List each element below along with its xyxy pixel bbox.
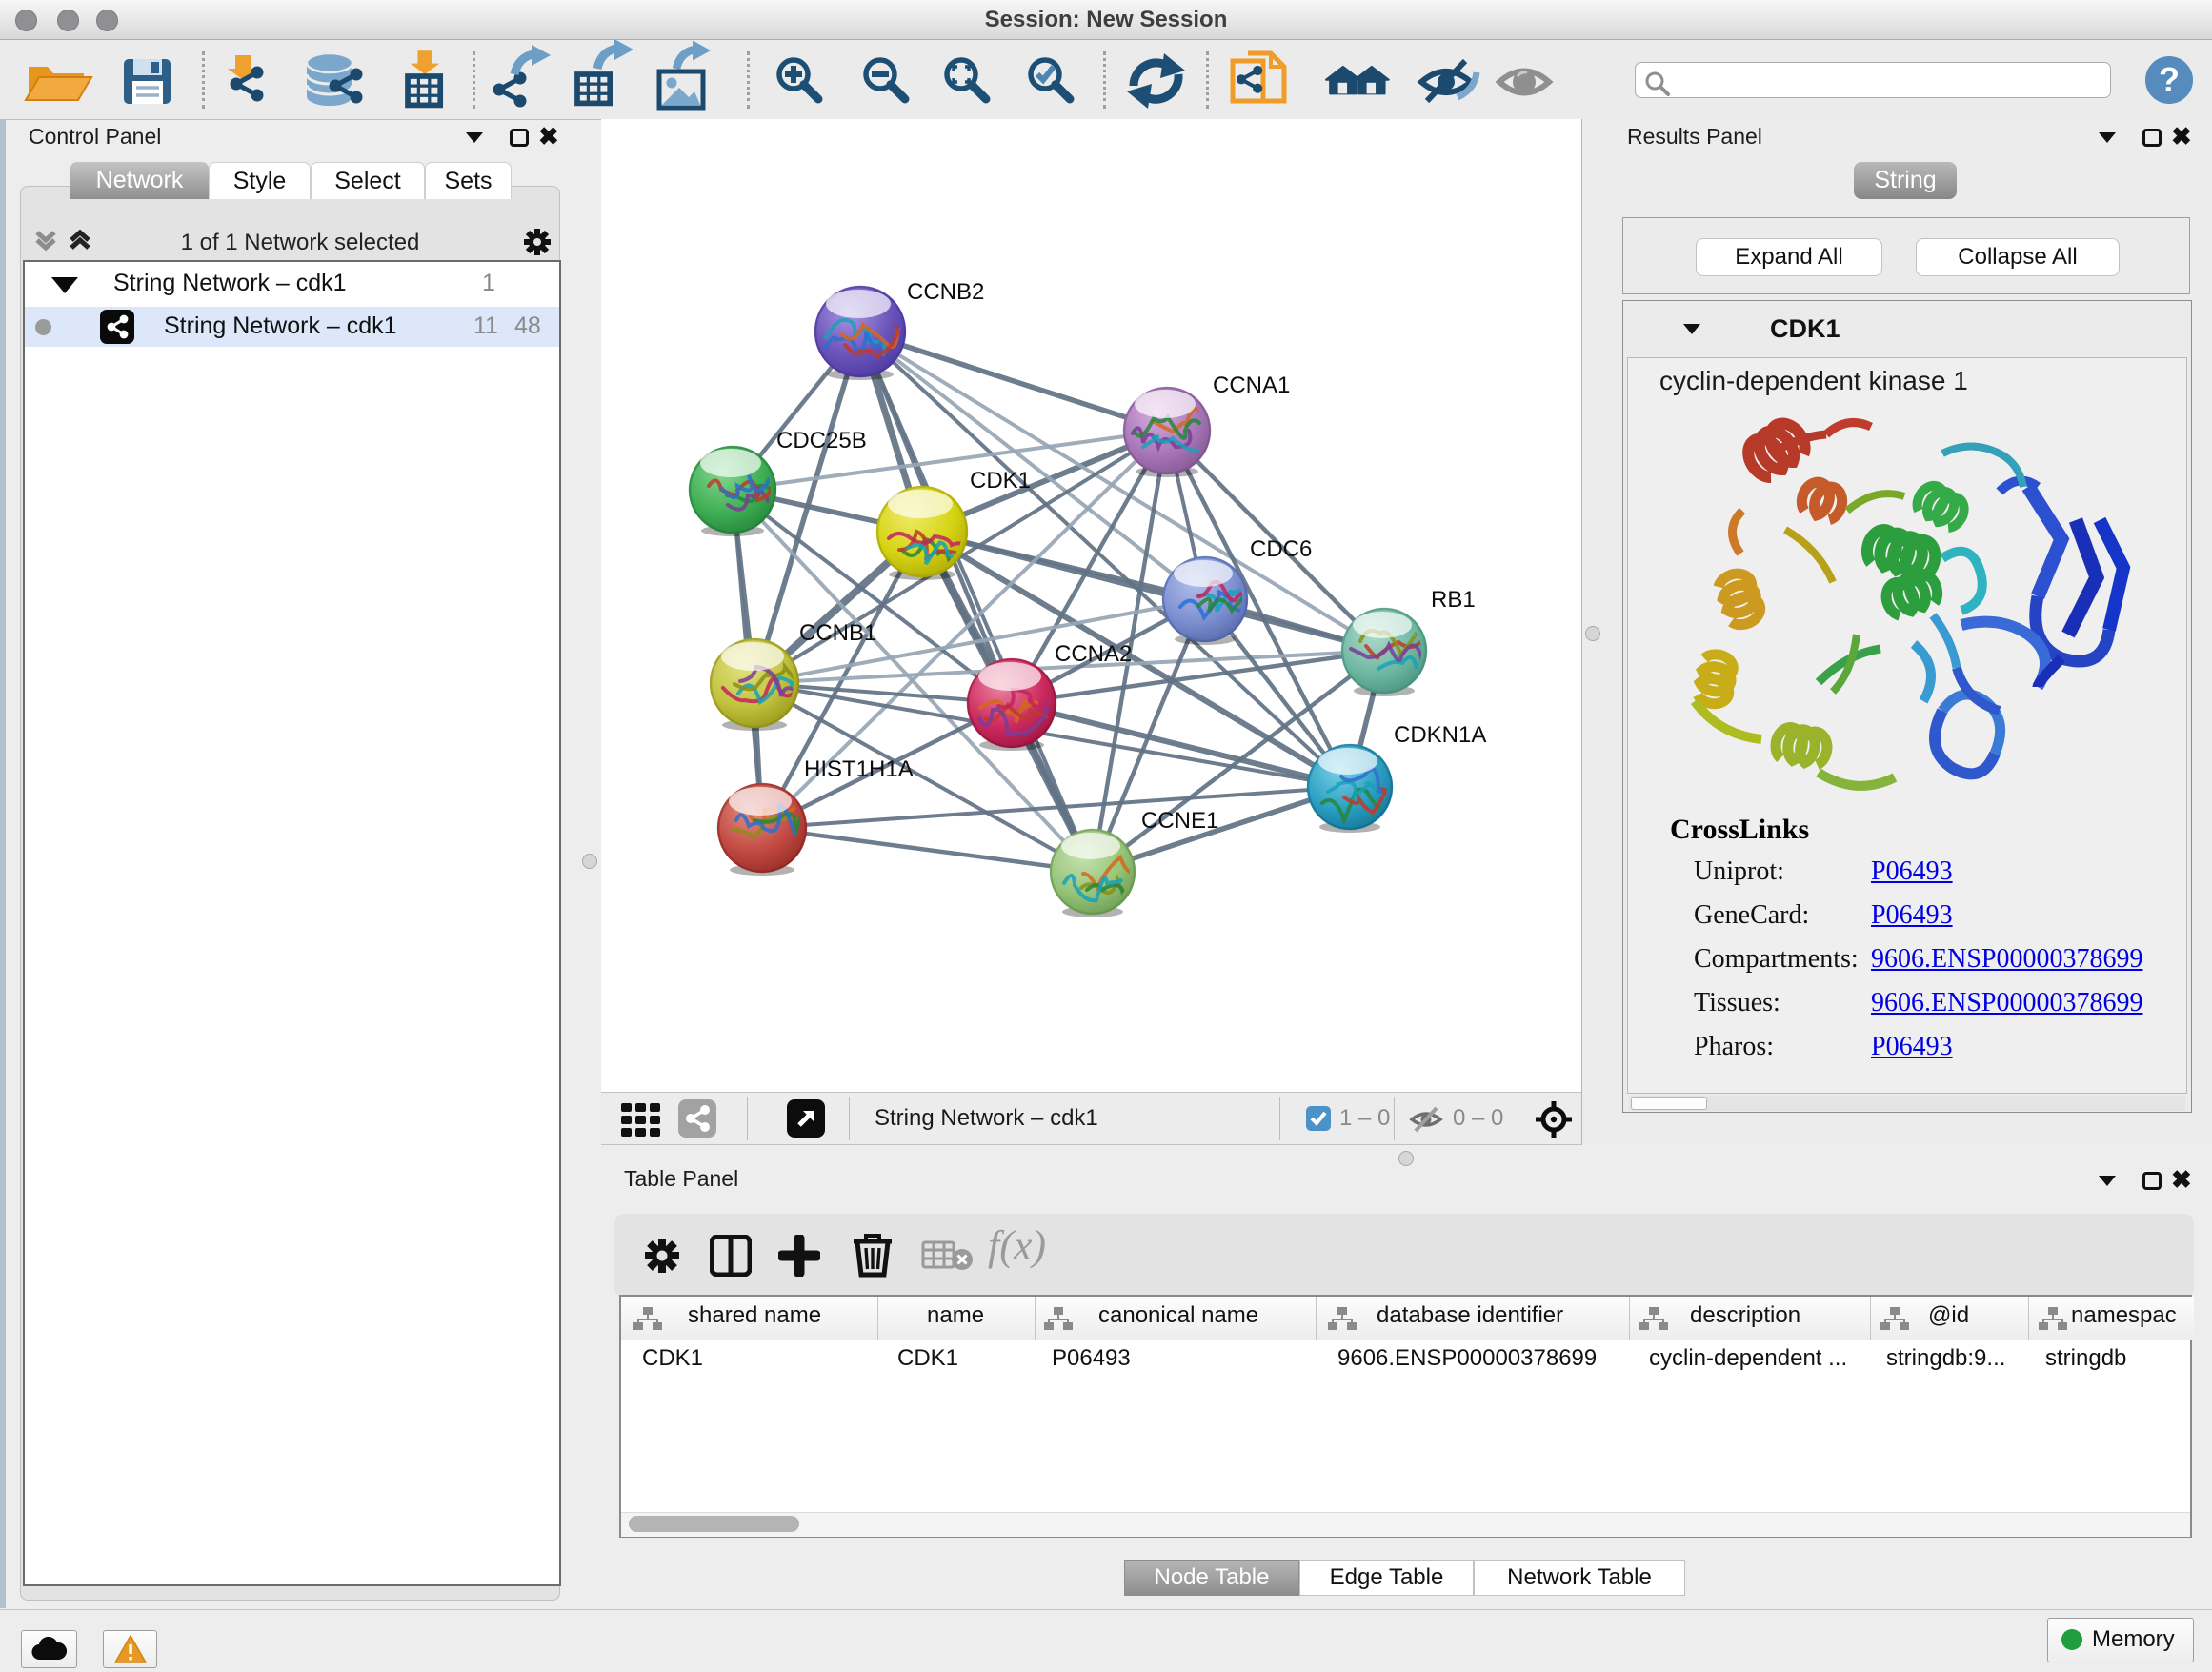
svg-text:CCNB2: CCNB2 — [907, 279, 984, 305]
svg-text:CCNA2: CCNA2 — [1055, 641, 1132, 667]
svg-text:CCNB1: CCNB1 — [799, 620, 876, 646]
svg-text:HIST1H1A: HIST1H1A — [804, 756, 914, 782]
svg-text:CDC6: CDC6 — [1250, 536, 1312, 562]
svg-text:CCNA1: CCNA1 — [1213, 373, 1290, 398]
svg-text:CCNE1: CCNE1 — [1141, 808, 1218, 834]
svg-text:CDKN1A: CDKN1A — [1394, 722, 1486, 748]
svg-text:CDC25B: CDC25B — [776, 428, 867, 453]
svg-text:RB1: RB1 — [1431, 587, 1476, 613]
svg-text:CDK1: CDK1 — [970, 468, 1031, 494]
